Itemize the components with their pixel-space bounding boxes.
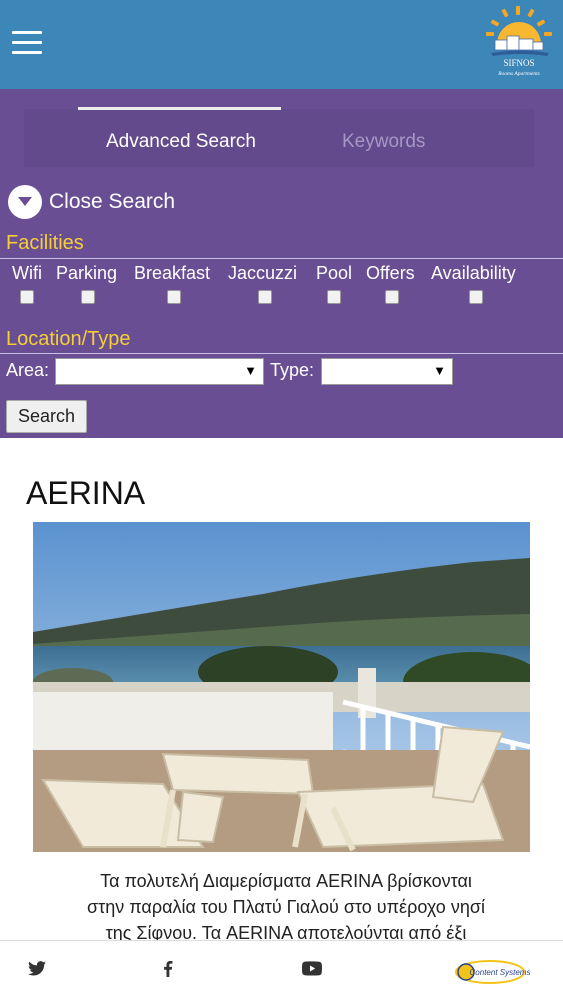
checkbox-pool[interactable]	[327, 290, 341, 304]
close-search-toggle[interactable]: Close Search	[8, 184, 175, 220]
checkbox-wifi[interactable]	[20, 290, 34, 304]
search-panel: Advanced Search Keywords Close Search Fa…	[0, 89, 563, 438]
facility-label-breakfast: Breakfast	[134, 263, 211, 283]
facebook-icon[interactable]	[163, 961, 173, 977]
checkbox-availability[interactable]	[469, 290, 483, 304]
description-line: Τα πολυτελή Διαμερίσματα AERINA βρίσκοντ…	[100, 871, 472, 891]
content-systems-text: Content Systems	[470, 968, 531, 977]
twitter-icon[interactable]	[28, 961, 46, 976]
area-label: Area:	[6, 360, 50, 380]
active-tab-indicator	[78, 107, 281, 110]
footer-bar: Content Systems	[0, 940, 563, 1000]
checkbox-breakfast[interactable]	[167, 290, 181, 304]
facility-label-availability: Availability	[431, 263, 516, 283]
tab-advanced-search[interactable]: Advanced Search	[106, 131, 256, 153]
sifnos-logo[interactable]: SIFNOS Rooms Apartments	[483, 4, 555, 84]
close-search-label[interactable]: Close Search	[49, 190, 175, 214]
search-button[interactable]: Search	[6, 400, 87, 433]
facilities-divider	[0, 258, 563, 259]
checkbox-jaccuzzi[interactable]	[258, 290, 272, 304]
facility-label-offers: Offers	[366, 263, 415, 283]
checkbox-offers[interactable]	[385, 290, 399, 304]
facility-label-pool: Pool	[316, 263, 353, 283]
top-header: SIFNOS Rooms Apartments	[0, 0, 563, 89]
hamburger-menu-icon[interactable]	[12, 31, 42, 55]
search-tabs	[24, 109, 534, 167]
facility-label-jaccuzzi: Jaccuzzi	[228, 263, 298, 283]
logo-text-subtitle: Rooms Apartments	[497, 71, 540, 77]
listing-title: AERINA	[26, 475, 146, 511]
type-label: Type:	[270, 360, 315, 380]
listing-photo[interactable]	[33, 522, 530, 852]
area-select[interactable]: ▼	[55, 358, 264, 385]
facilities-title: Facilities	[6, 232, 84, 254]
listing-description: Τα πολυτελή Διαμερίσματα AERINA βρίσκοντ…	[26, 868, 546, 946]
chevron-down-icon[interactable]	[8, 185, 42, 219]
facility-label-wifi: Wifi	[12, 263, 42, 283]
facility-label-parking: Parking	[56, 263, 118, 283]
location-type-title: Location/Type	[6, 328, 131, 350]
youtube-icon[interactable]	[302, 961, 322, 976]
checkbox-parking[interactable]	[81, 290, 95, 304]
tab-keywords[interactable]: Keywords	[342, 131, 425, 153]
dropdown-arrow-icon: ▼	[433, 363, 446, 378]
dropdown-arrow-icon: ▼	[244, 363, 257, 378]
content-systems-logo[interactable]: Content Systems	[452, 955, 532, 989]
location-type-divider	[0, 353, 563, 354]
logo-text-sifnos: SIFNOS	[503, 58, 534, 68]
type-select[interactable]: ▼	[321, 358, 453, 385]
description-line: στην παραλία του Πλατύ Γιαλού στο υπέροχ…	[87, 897, 485, 917]
